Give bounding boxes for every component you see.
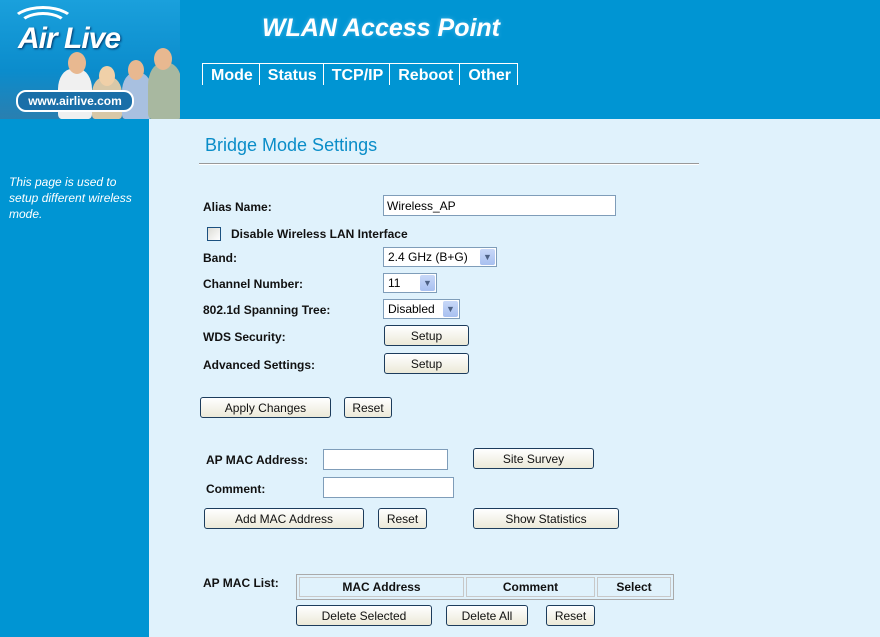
ap-mac-address-input[interactable] [323,449,448,470]
header: Air Live www.airlive.com WLAN Access Poi… [0,0,880,119]
page-description: This page is used to setup different wir… [9,175,132,221]
channel-number-value: 11 [388,276,401,290]
mac-reset-button[interactable]: Reset [378,508,427,529]
table-header-row: MAC Address Comment Select [299,577,671,597]
mac-list-reset-button[interactable]: Reset [546,605,595,626]
add-mac-address-button[interactable]: Add MAC Address [204,508,364,529]
alias-name-input[interactable] [383,195,616,216]
people-photo [154,48,172,70]
column-mac-address: MAC Address [299,577,464,597]
ap-mac-address-label: AP MAC Address: [206,453,309,467]
alias-name-label: Alias Name: [203,200,272,214]
channel-number-select[interactable]: 11 ▼ [383,273,437,293]
nav-mode[interactable]: Mode [202,64,259,85]
sidebar: This page is used to setup different wir… [0,119,149,637]
comment-label: Comment: [206,482,266,496]
title-divider [199,163,699,165]
disable-wlan-checkbox[interactable] [207,227,221,241]
spanning-tree-value: Disabled [388,302,435,316]
page-title: Bridge Mode Settings [205,135,378,155]
app-title: WLAN Access Point [262,14,501,42]
disable-wlan-label: Disable Wireless LAN Interface [231,227,408,241]
top-nav: Mode Status TCP/IP Reboot Other [202,63,519,86]
reset-button[interactable]: Reset [344,397,392,418]
chevron-down-icon[interactable]: ▼ [443,301,458,317]
apply-changes-button[interactable]: Apply Changes [200,397,331,418]
delete-all-button[interactable]: Delete All [446,605,528,626]
spanning-tree-label: 802.1d Spanning Tree: [203,303,331,317]
ap-mac-list-label: AP MAC List: [203,576,279,590]
comment-input[interactable] [323,477,454,498]
brand-url-badge[interactable]: www.airlive.com [16,90,134,112]
spanning-tree-select[interactable]: Disabled ▼ [383,299,460,319]
channel-number-label: Channel Number: [203,277,304,291]
people-photo [68,52,86,74]
delete-selected-button[interactable]: Delete Selected [296,605,432,626]
people-photo [99,66,115,86]
advanced-settings-setup-button[interactable]: Setup [384,353,469,374]
column-comment: Comment [466,577,595,597]
site-survey-button[interactable]: Site Survey [473,448,594,469]
nav-status[interactable]: Status [258,64,323,85]
people-photo [128,60,144,80]
chevron-down-icon[interactable]: ▼ [420,275,435,291]
airlive-logo: Air Live www.airlive.com [0,0,180,119]
show-statistics-button[interactable]: Show Statistics [473,508,619,529]
band-select[interactable]: 2.4 GHz (B+G) ▼ [383,247,497,267]
column-select: Select [597,577,671,597]
wds-security-label: WDS Security: [203,330,286,344]
nav-reboot[interactable]: Reboot [389,64,459,85]
nav-tcpip[interactable]: TCP/IP [322,64,390,85]
brand-name: Air Live [18,22,121,55]
band-select-value: 2.4 GHz (B+G) [388,250,468,264]
wds-security-setup-button[interactable]: Setup [384,325,469,346]
ap-mac-list-table: MAC Address Comment Select [296,574,674,600]
advanced-settings-label: Advanced Settings: [203,358,316,372]
nav-other[interactable]: Other [459,64,519,85]
people-photo [148,63,180,119]
band-label: Band: [203,251,237,265]
chevron-down-icon[interactable]: ▼ [480,249,495,265]
